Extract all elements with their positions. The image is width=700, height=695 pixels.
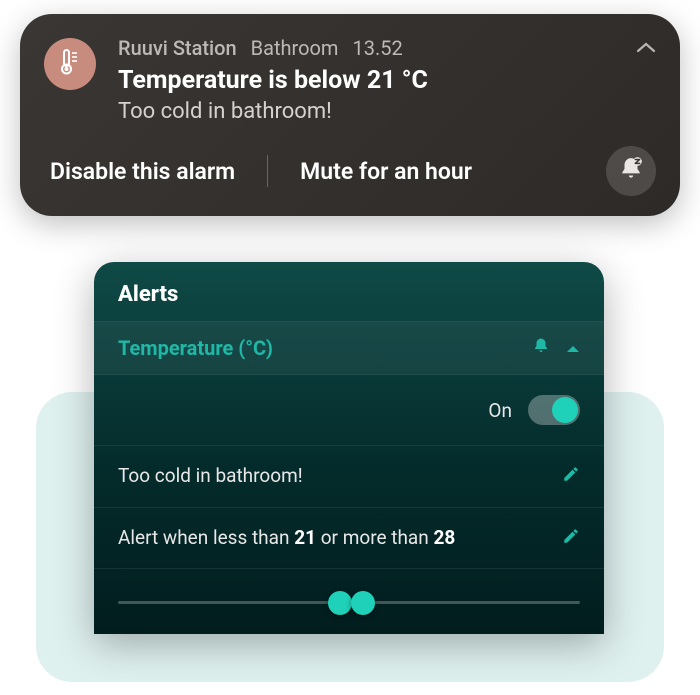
thermometer-icon	[58, 48, 82, 80]
section-title: Temperature (°C)	[118, 336, 532, 360]
slider-track	[118, 601, 580, 604]
disable-alarm-button[interactable]: Disable this alarm	[44, 154, 235, 189]
notification-location: Bathroom	[251, 36, 339, 60]
alert-description: Too cold in bathroom!	[118, 462, 562, 491]
rule-prefix: Alert when less than	[118, 526, 294, 549]
bell-snooze-icon	[618, 156, 644, 186]
slider-handle-low[interactable]	[328, 591, 352, 615]
caret-up-icon	[566, 339, 580, 358]
notification-actions: Disable this alarm Mute for an hour	[44, 146, 656, 196]
threshold-slider[interactable]	[94, 569, 604, 604]
alert-description-row: Too cold in bathroom!	[94, 446, 604, 508]
action-divider	[267, 155, 268, 187]
notification-header: Ruuvi Station Bathroom 13.52 Temperature…	[44, 36, 656, 124]
panel-title: Alerts	[94, 262, 604, 321]
alerts-panel: Alerts Temperature (°C) On Too cold in b…	[94, 262, 604, 634]
notification-title: Temperature is below 21 °C	[118, 66, 614, 95]
temperature-section-header[interactable]: Temperature (°C)	[94, 321, 604, 375]
alert-rule-row: Alert when less than 21 or more than 28	[94, 508, 604, 570]
notification-time: 13.52	[352, 36, 402, 60]
collapse-chevron[interactable]	[636, 40, 656, 59]
rule-mid: or more than	[316, 526, 433, 549]
snooze-bell-button[interactable]	[606, 146, 656, 196]
edit-description-button[interactable]	[562, 465, 580, 487]
notification-card: Ruuvi Station Bathroom 13.52 Temperature…	[20, 14, 680, 216]
rule-high-value: 28	[433, 526, 455, 549]
alert-toggle[interactable]	[528, 395, 580, 425]
alert-rule-text: Alert when less than 21 or more than 28	[118, 524, 562, 553]
alert-toggle-row: On	[94, 375, 604, 446]
mute-hour-button[interactable]: Mute for an hour	[300, 154, 606, 189]
notification-meta: Ruuvi Station Bathroom 13.52 Temperature…	[118, 36, 614, 124]
toggle-label: On	[488, 399, 512, 422]
edit-rule-button[interactable]	[562, 527, 580, 549]
app-icon-badge	[44, 38, 96, 90]
bell-icon	[532, 336, 550, 360]
slider-handle-high[interactable]	[351, 591, 375, 615]
notification-app-name: Ruuvi Station	[118, 36, 237, 60]
notification-body: Too cold in bathroom!	[118, 99, 614, 124]
rule-low-value: 21	[294, 526, 316, 549]
